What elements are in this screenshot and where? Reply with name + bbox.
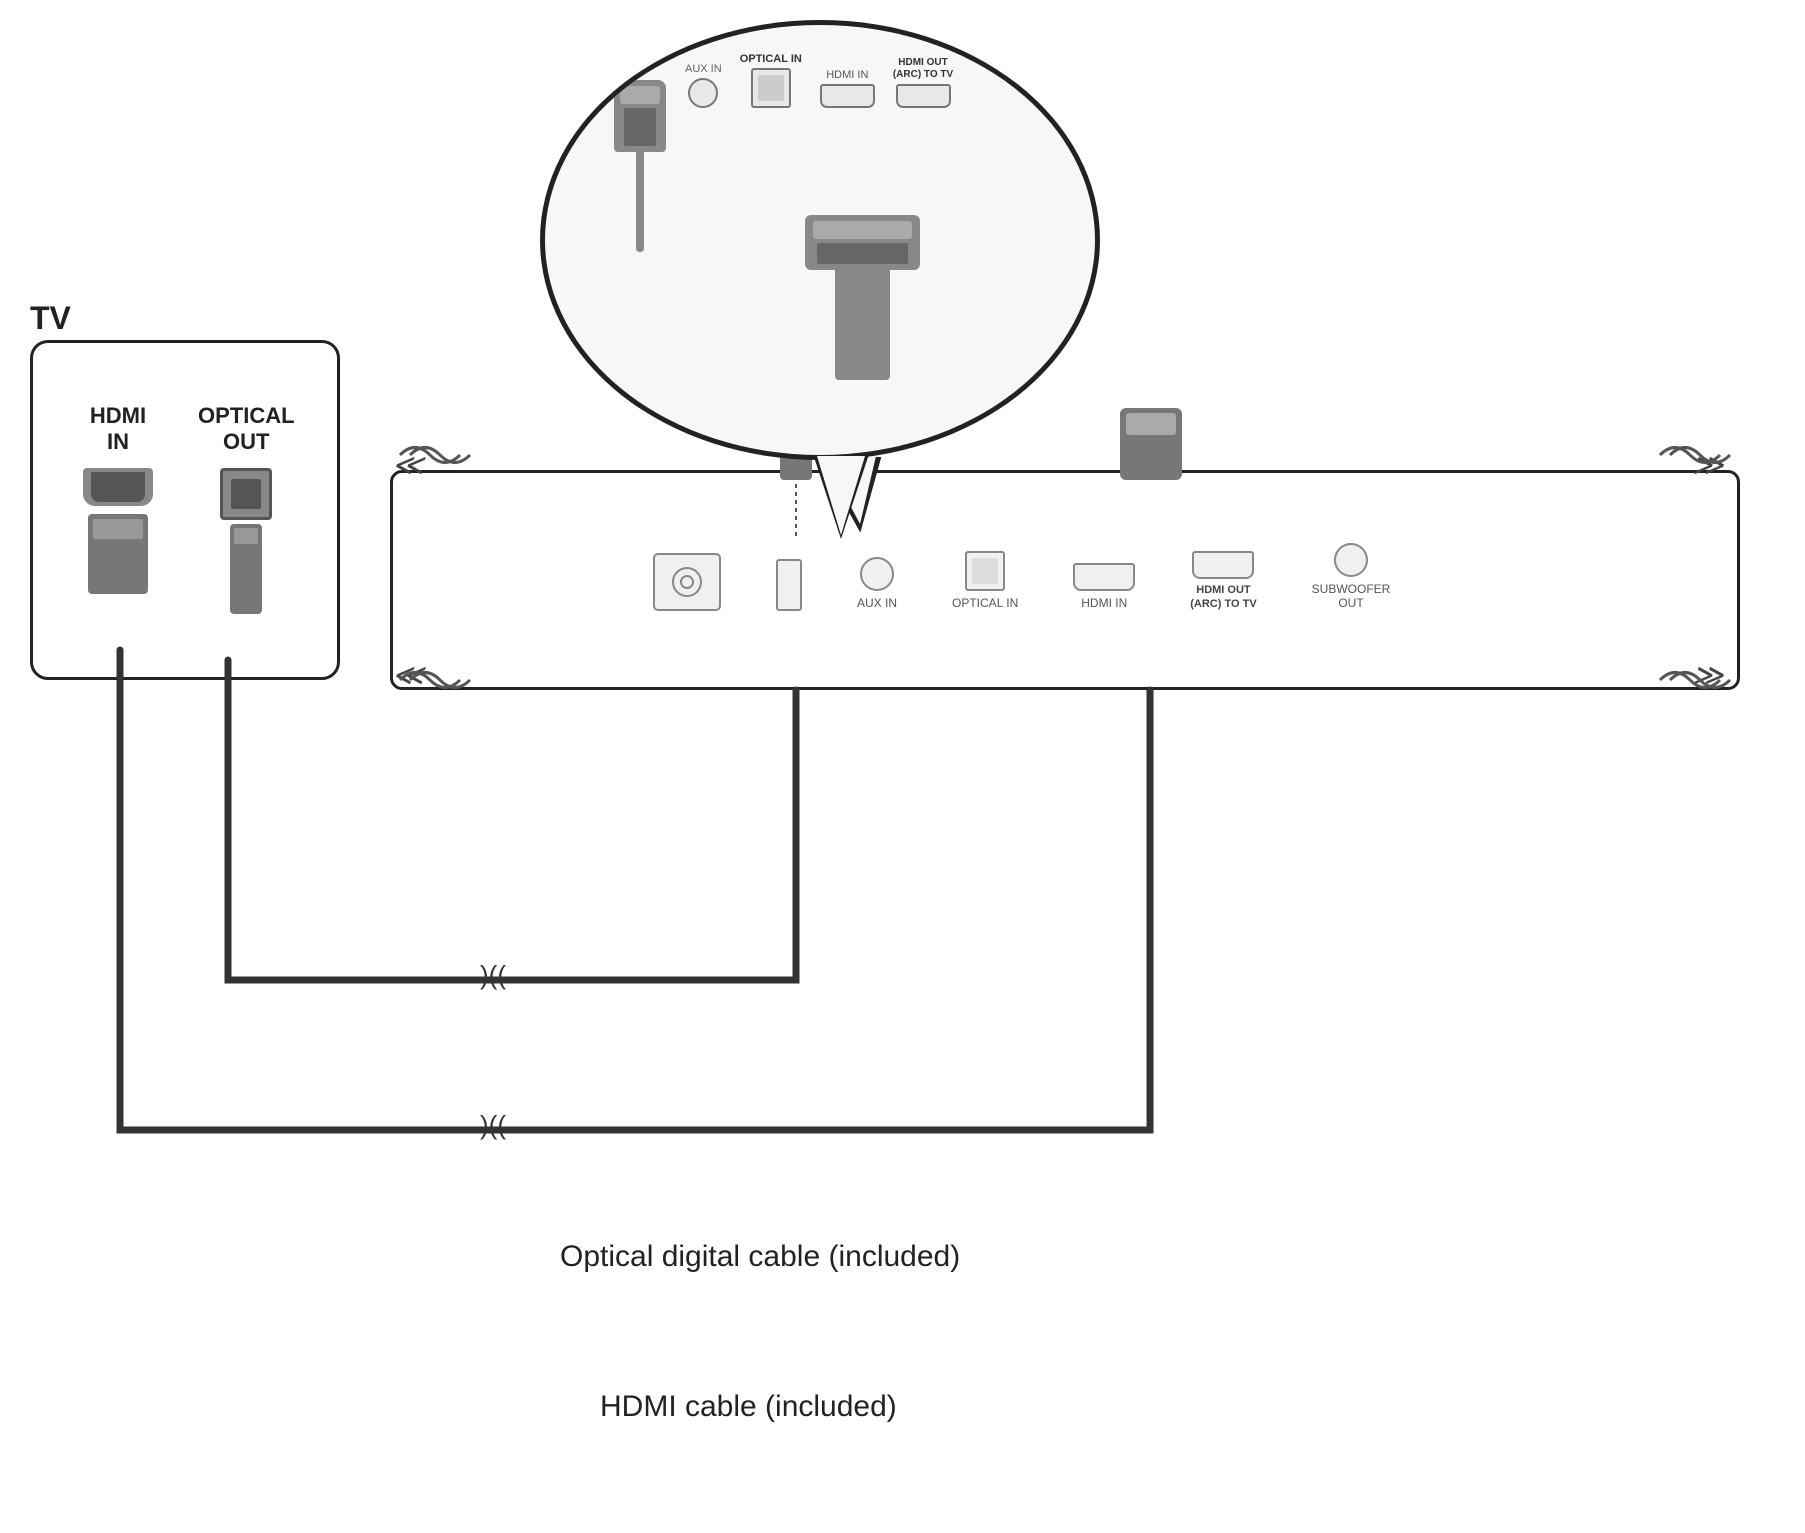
zoom-hdmi-cable (835, 270, 890, 380)
soundbar-box: AUX IN OPTICAL IN HDMI IN HDMI OUT(ARC) … (390, 470, 1740, 690)
tv-optical-out-port: OPTICALOUT (198, 403, 295, 614)
hdmi-in-port-shape (1073, 563, 1135, 591)
zoom-hdmi-conn-body (805, 215, 920, 270)
optical-cable-break: )(( (480, 960, 506, 991)
optical-cable-label: Optical digital cable (included) (560, 1240, 960, 1274)
hdmi-connector-soundbar (1120, 408, 1182, 480)
zoom-hdmi-in-shape (820, 84, 875, 108)
squiggle-bottom-left: ≪ (392, 658, 423, 693)
optical-port-shape (965, 551, 1005, 591)
bubble-tail-inner (817, 456, 865, 535)
hdmi-out-port-shape (1192, 551, 1254, 579)
zoom-optical-conn-top (620, 86, 660, 104)
zoom-optical-conn-body (614, 80, 666, 152)
tv-optical-port-shape (220, 468, 272, 520)
usb-port-shape (776, 559, 802, 611)
zoom-hdmi-out-port: HDMI OUT(ARC) TO TV (893, 57, 953, 108)
zoom-aux-shape (688, 78, 718, 108)
soundbar-port-row: AUX IN OPTICAL IN HDMI IN HDMI OUT(ARC) … (653, 543, 1390, 611)
tv-box: HDMIIN OPTICALOUT (30, 340, 340, 680)
tv-optical-out-label: OPTICALOUT (198, 403, 295, 456)
tv-optical-connector (230, 524, 262, 614)
aux-port-shape (860, 557, 894, 591)
power-port-shape (653, 553, 721, 611)
zoom-content: AUX IN OPTICAL IN HDMI IN HDMI O (545, 25, 1095, 455)
tv-hdmi-connector (88, 514, 148, 594)
zoom-hdmi-out-shape (896, 84, 951, 108)
zoom-optical-conn-mid (624, 108, 656, 146)
soundbar-hdmi-out-label: HDMI OUT(ARC) TO TV (1190, 584, 1256, 610)
zoom-optical-inner (758, 75, 784, 101)
soundbar-aux-port: AUX IN (857, 557, 897, 610)
zoom-aux-label: AUX IN (685, 63, 722, 75)
zoom-hdmi-conn-bot (817, 243, 908, 264)
soundbar-aux-label: AUX IN (857, 596, 897, 610)
subwoofer-port-shape (1334, 543, 1368, 577)
zoom-optical-in-label: OPTICAL IN (740, 53, 802, 65)
soundbar-subwoofer-label: SUBWOOFEROUT (1312, 582, 1391, 611)
soundbar-hdmi-out-port: HDMI OUT(ARC) TO TV (1190, 551, 1256, 610)
zoom-optical-in-port: OPTICAL IN (740, 53, 802, 108)
power-inner2 (680, 575, 694, 589)
zoom-hdmi-conn-top (813, 221, 912, 239)
squiggle-top-right: ≫ (1692, 448, 1723, 483)
zoom-optical-connector-group (600, 80, 680, 240)
zoom-hdmi-connector-group (805, 215, 920, 380)
soundbar-power-port (653, 553, 721, 611)
zoom-optical-cable (636, 152, 644, 252)
soundbar-optical-label: OPTICAL IN (952, 596, 1018, 610)
soundbar-usb-port (776, 559, 802, 611)
zoom-ports-row: AUX IN OPTICAL IN HDMI IN HDMI O (685, 53, 953, 108)
zoom-circle: AUX IN OPTICAL IN HDMI IN HDMI O (540, 20, 1100, 460)
diagram-container: TV HDMIIN OPTICALOUT (0, 0, 1805, 1533)
zoom-aux-port: AUX IN (685, 63, 722, 108)
hdmi-cable-break: )(( (480, 1110, 506, 1141)
soundbar-hdmi-in-port: HDMI IN (1073, 563, 1135, 610)
hdmi-cable-label: HDMI cable (included) (600, 1390, 897, 1424)
tv-label: TV (30, 300, 71, 337)
soundbar-hdmi-in-label: HDMI IN (1081, 596, 1127, 610)
squiggle-bottom-right: ≫ (1692, 658, 1723, 693)
soundbar-optical-port: OPTICAL IN (952, 551, 1018, 610)
tv-hdmi-in-label: HDMIIN (83, 403, 153, 456)
zoom-hdmi-in-port: HDMI IN (820, 69, 875, 108)
zoom-optical-shape (751, 68, 791, 108)
zoom-hdmi-in-label: HDMI IN (826, 69, 868, 81)
optical-inner (972, 558, 998, 584)
tv-hdmi-port-shape (83, 468, 153, 506)
squiggle-top-left: ≪ (392, 448, 423, 483)
tv-hdmi-in-port: HDMIIN (83, 403, 153, 594)
zoom-hdmi-out-label: HDMI OUT(ARC) TO TV (893, 57, 953, 81)
soundbar-subwoofer-port: SUBWOOFEROUT (1312, 543, 1391, 611)
